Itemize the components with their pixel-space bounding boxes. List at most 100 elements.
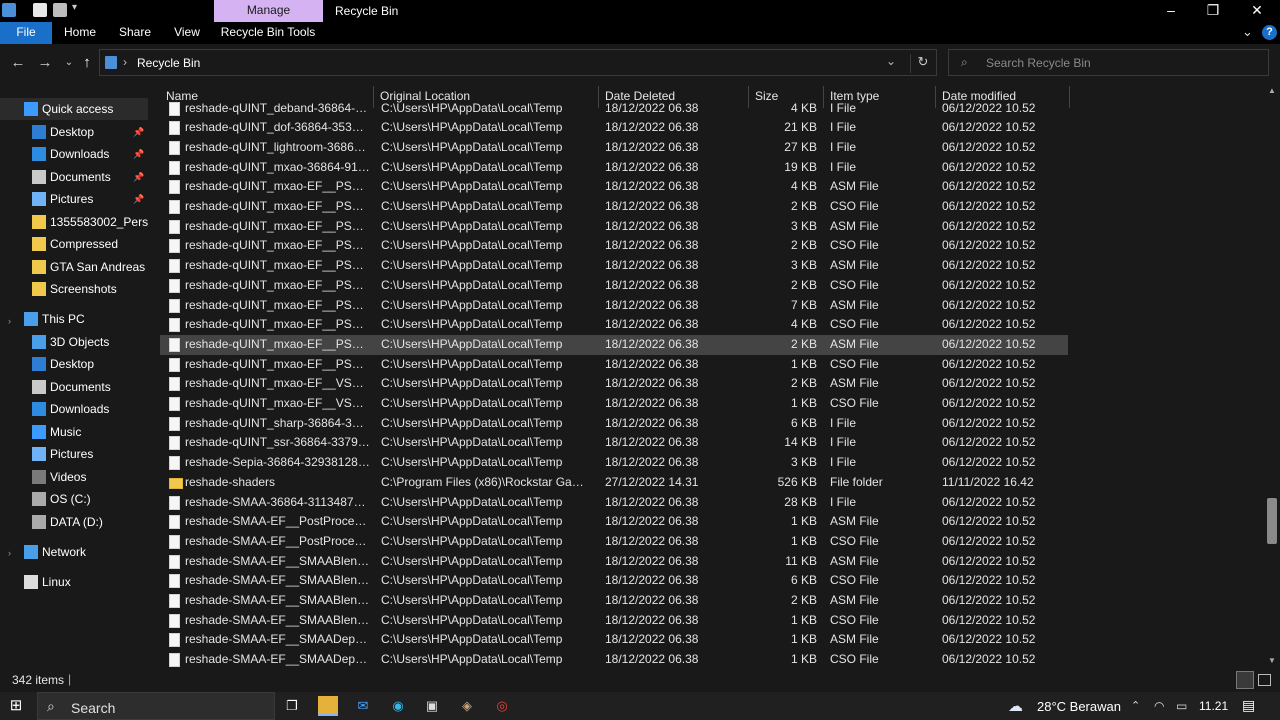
edge-icon[interactable]: ◉ xyxy=(388,696,408,716)
sidebar-item-linux[interactable]: Linux xyxy=(0,571,148,593)
table-row[interactable]: reshade-SMAA-EF__PostProcessVS... C:\User… xyxy=(160,512,1068,532)
table-row[interactable]: reshade-qUINT_mxao-EF__PS_Sten... C:\User… xyxy=(160,355,1068,375)
scrollbar-thumb[interactable] xyxy=(1267,498,1277,544)
refresh-icon[interactable]: ↻ xyxy=(910,54,935,73)
table-row[interactable]: reshade-qUINT_mxao-EF__VS_MXA... C:\Users… xyxy=(160,394,1068,414)
table-row[interactable]: reshade-qUINT_mxao-EF__PS_Inpu... C:\User… xyxy=(160,236,1068,256)
search-input[interactable]: Search Recycle Bin xyxy=(986,56,1091,70)
chrome-icon[interactable]: ◎ xyxy=(492,696,512,716)
search-box[interactable]: ⌕ Search Recycle Bin xyxy=(948,49,1269,76)
battery-icon[interactable]: ▭ xyxy=(1176,699,1187,713)
table-row[interactable]: reshade-qUINT_ssr-36864-3379782... C:\Use… xyxy=(160,433,1068,453)
new-folder-icon[interactable] xyxy=(53,3,67,17)
file-explorer-icon[interactable] xyxy=(318,696,338,716)
sidebar-item-pc-3d-objects[interactable]: 3D Objects xyxy=(0,331,148,353)
table-row[interactable]: reshade-qUINT_mxao-EF__PS_Spati... C:\Use… xyxy=(160,315,1068,335)
table-row[interactable]: reshade-qUINT_mxao-EF__PS_Amb... C:\Users… xyxy=(160,197,1068,217)
table-row[interactable]: reshade-SMAA-36864-3113487356.i C:\Users\… xyxy=(160,493,1068,513)
sidebar-item-network[interactable]: Network xyxy=(0,541,148,563)
sidebar-item-documents[interactable]: Documents 📌 xyxy=(0,166,148,188)
sidebar-item-gta-san-andreas[interactable]: GTA San Andreas xyxy=(0,256,148,278)
sidebar-item-pc-music[interactable]: Music xyxy=(0,421,148,443)
sidebar-item-pc-os-c[interactable]: OS (C:) xyxy=(0,488,148,510)
sidebar-item-pc-pictures[interactable]: Pictures xyxy=(0,443,148,465)
taskbar-search[interactable]: ⌕ Search xyxy=(37,692,275,720)
sidebar-item-desktop[interactable]: Desktop 📌 xyxy=(0,121,148,143)
clock[interactable]: 11.21 xyxy=(1199,699,1228,713)
tab-recycle-bin-tools[interactable]: Recycle Bin Tools xyxy=(218,22,318,44)
mail-icon[interactable]: ✉ xyxy=(353,696,373,716)
game-app-icon[interactable]: ◈ xyxy=(457,696,477,716)
table-row[interactable]: reshade-SMAA-EF__SMAABlendin... C:\Users\… xyxy=(160,591,1068,611)
breadcrumb-recycle-bin[interactable]: Recycle Bin xyxy=(137,56,200,70)
tab-manage[interactable]: Manage xyxy=(214,0,323,22)
properties-icon[interactable] xyxy=(33,3,47,17)
tab-share[interactable]: Share xyxy=(112,22,158,44)
table-row[interactable]: reshade-SMAA-EF__SMAADepthLi... C:\Users\… xyxy=(160,630,1068,650)
cell-item-type: I File xyxy=(830,139,857,154)
sidebar-item-screenshots[interactable]: Screenshots xyxy=(0,278,148,300)
table-row[interactable]: reshade-SMAA-EF__SMAABlendin... C:\Users\… xyxy=(160,552,1068,572)
weather-cloud-icon[interactable]: ☁ xyxy=(1008,697,1023,715)
scroll-down-icon[interactable]: ▼ xyxy=(1268,656,1276,665)
table-row[interactable]: reshade-qUINT_mxao-EF__PS_Spati... C:\Use… xyxy=(160,256,1068,276)
table-row[interactable]: reshade-qUINT_mxao-EF__PS_Amb... C:\Users… xyxy=(160,177,1068,197)
back-arrow-icon[interactable]: ← xyxy=(9,54,27,72)
sidebar-item-quick-access[interactable]: Quick access xyxy=(0,98,148,120)
windows-start-icon[interactable]: ⊞ xyxy=(6,696,26,716)
sidebar-item-this-pc[interactable]: This PC xyxy=(0,308,148,330)
tray-overflow-icon[interactable]: ⌃ xyxy=(1131,699,1140,712)
weather-text[interactable]: 28°C Berawan xyxy=(1037,699,1121,714)
sidebar-item-pc-downloads[interactable]: Downloads xyxy=(0,398,148,420)
table-row[interactable]: reshade-qUINT_deband-36864-165... C:\User… xyxy=(160,99,1068,119)
maximize-button[interactable]: ❐ xyxy=(1190,0,1236,22)
table-row[interactable]: reshade-SMAA-EF__SMAABlendin... C:\Users\… xyxy=(160,611,1068,631)
minimize-button[interactable]: – xyxy=(1148,0,1194,22)
cell-original-location: C:\Users\HP\AppData\Local\Temp xyxy=(381,435,563,450)
task-view-icon[interactable]: ❐ xyxy=(282,696,302,716)
sidebar-item-persona-folder[interactable]: 1355583002_Persona xyxy=(0,211,148,233)
table-row[interactable]: reshade-qUINT_lightroom-36864-4... C:\Use… xyxy=(160,138,1068,158)
forward-arrow-icon[interactable]: → xyxy=(36,54,54,72)
table-row[interactable]: reshade-shaders C:\Program Files (x86)\Ro… xyxy=(160,473,1068,493)
sidebar-item-pc-videos[interactable]: Videos xyxy=(0,466,148,488)
breadcrumb-separator[interactable]: › xyxy=(123,55,127,69)
sidebar-item-compressed[interactable]: Compressed xyxy=(0,233,148,255)
table-row[interactable]: reshade-qUINT_mxao-EF__PS_Sten... C:\User… xyxy=(160,334,1068,355)
details-view-icon[interactable] xyxy=(1236,671,1254,689)
ribbon-collapse-icon[interactable]: ⌄ xyxy=(1242,24,1253,40)
help-icon[interactable]: ? xyxy=(1262,25,1277,40)
table-row[interactable]: reshade-SMAA-EF__PostProcessVS... C:\User… xyxy=(160,532,1068,552)
table-row[interactable]: reshade-qUINT_dof-36864-3536126... C:\Use… xyxy=(160,118,1068,138)
sidebar-item-pc-data-d[interactable]: DATA (D:) xyxy=(0,511,148,533)
recent-locations-icon[interactable]: ⌄ xyxy=(60,54,78,72)
up-arrow-icon[interactable]: ↑ xyxy=(78,54,96,72)
cell-item-type: CSO File xyxy=(830,396,879,410)
vertical-scrollbar[interactable]: ▲ ▼ xyxy=(1264,86,1280,668)
close-button[interactable]: ✕ xyxy=(1234,0,1280,22)
sidebar-item-pc-documents[interactable]: Documents xyxy=(0,376,148,398)
large-icons-view-icon[interactable] xyxy=(1258,674,1271,686)
table-row[interactable]: reshade-Sepia-36864-3293812862.i C:\Users… xyxy=(160,453,1068,473)
table-row[interactable]: reshade-qUINT_mxao-EF__VS_MXA... C:\Users… xyxy=(160,374,1068,394)
notification-icon[interactable]: ▤ xyxy=(1242,697,1255,714)
quick-access-toolbar-dropdown-icon[interactable]: ▾ xyxy=(72,2,77,13)
table-row[interactable]: reshade-SMAA-EF__SMAADepthLi... C:\Users\… xyxy=(160,650,1068,668)
sidebar-item-pc-desktop[interactable]: Desktop xyxy=(0,353,148,375)
table-row[interactable]: reshade-qUINT_mxao-36864-91435... C:\User… xyxy=(160,158,1068,178)
tab-view[interactable]: View xyxy=(166,22,208,44)
table-row[interactable]: reshade-qUINT_mxao-EF__PS_Spati... C:\Use… xyxy=(160,296,1068,316)
table-row[interactable]: reshade-SMAA-EF__SMAABlendin... C:\Users\… xyxy=(160,571,1068,591)
address-bar[interactable]: › Recycle Bin ⌄ ↻ xyxy=(99,49,937,76)
tab-home[interactable]: Home xyxy=(56,22,104,44)
address-dropdown-icon[interactable]: ⌄ xyxy=(886,54,896,68)
table-row[interactable]: reshade-qUINT_sharp-36864-32171... C:\Use… xyxy=(160,414,1068,434)
tab-file[interactable]: File xyxy=(0,22,52,44)
wifi-icon[interactable]: ◠ xyxy=(1154,699,1164,713)
scroll-up-icon[interactable]: ▲ xyxy=(1268,86,1276,95)
sidebar-item-pictures[interactable]: Pictures 📌 xyxy=(0,188,148,210)
table-row[interactable]: reshade-qUINT_mxao-EF__PS_Spati... C:\Use… xyxy=(160,276,1068,296)
sidebar-item-downloads[interactable]: Downloads 📌 xyxy=(0,143,148,165)
table-row[interactable]: reshade-qUINT_mxao-EF__PS_Inpu... C:\User… xyxy=(160,217,1068,237)
store-icon[interactable]: ▣ xyxy=(422,696,442,716)
